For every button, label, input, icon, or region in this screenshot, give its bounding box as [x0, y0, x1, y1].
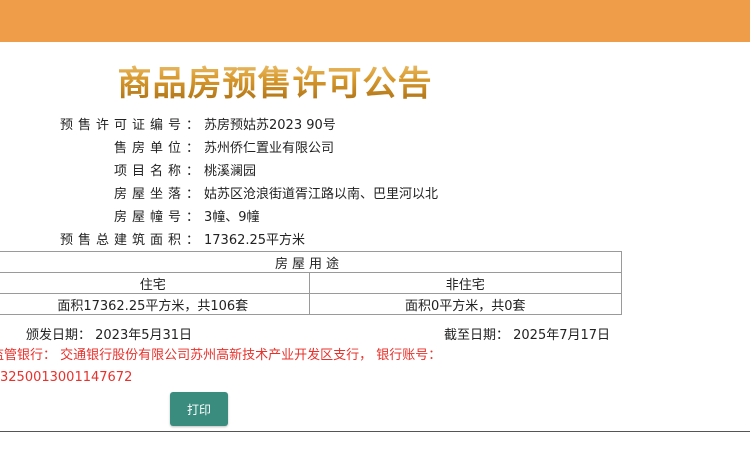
table-row: 住宅 非住宅 — [0, 272, 622, 294]
info-label: 项目名称： — [113, 164, 204, 179]
top-banner — [0, 0, 750, 42]
table-row: 房屋用途 — [0, 251, 622, 273]
page-title: 商品房预售许可公告 — [0, 56, 550, 105]
info-value: 苏房预姑苏2023 90号 — [204, 118, 336, 133]
info-label: 售房单位： — [113, 141, 204, 156]
info-value: 17362.25平方米 — [204, 233, 306, 248]
usage-title: 房屋用途 — [0, 251, 622, 273]
expire-date: 截至日期： 2025年7月17日 — [444, 328, 611, 343]
residential-value: 面积17362.25平方米，共106套 — [0, 293, 310, 315]
info-row-buildings: 房屋幢号： 3幢、9幢 — [0, 206, 560, 229]
supervising-bank: 监管银行： 交通银行股份有限公司苏州高新技术产业开发区支行， 银行账号： 325… — [0, 345, 520, 389]
info-value: 姑苏区沧浪街道胥江路以南、巴里河以北 — [204, 187, 439, 202]
residential-header: 住宅 — [0, 272, 310, 294]
bank-account: 3250013001147672 — [0, 370, 133, 385]
info-row-total-area: 预售总建筑面积： 17362.25平方米 — [0, 229, 560, 252]
info-row-seller: 售房单位： 苏州侨仁置业有限公司 — [0, 137, 560, 160]
info-label: 预售许可证编号： — [59, 118, 204, 133]
info-label: 预售总建筑面积： — [59, 233, 204, 248]
divider — [0, 431, 750, 432]
permit-info: 预售许可证编号： 苏房预姑苏2023 90号 售房单位： 苏州侨仁置业有限公司 … — [0, 114, 560, 252]
nonresidential-header: 非住宅 — [308, 272, 622, 294]
info-row-permit-no: 预售许可证编号： 苏房预姑苏2023 90号 — [0, 114, 560, 137]
info-row-location: 房屋坐落： 姑苏区沧浪街道胥江路以南、巴里河以北 — [0, 183, 560, 206]
info-value: 苏州侨仁置业有限公司 — [204, 141, 335, 156]
table-row: 面积17362.25平方米，共106套 面积0平方米，共0套 — [0, 293, 622, 315]
info-value: 桃溪澜园 — [204, 164, 257, 179]
bank-line: 监管银行： 交通银行股份有限公司苏州高新技术产业开发区支行， 银行账号： — [0, 348, 442, 363]
info-label: 房屋坐落： — [113, 187, 204, 202]
info-label: 房屋幢号： — [113, 210, 204, 225]
info-value: 3幢、9幢 — [204, 210, 260, 225]
print-button[interactable]: 打印 — [170, 392, 228, 426]
issue-date: 颁发日期： 2023年5月31日 — [26, 328, 193, 343]
info-row-project: 项目名称： 桃溪澜园 — [0, 160, 560, 183]
usage-table: 房屋用途 住宅 非住宅 面积17362.25平方米，共106套 面积0平方米，共… — [0, 251, 622, 315]
nonresidential-value: 面积0平方米，共0套 — [308, 293, 622, 315]
